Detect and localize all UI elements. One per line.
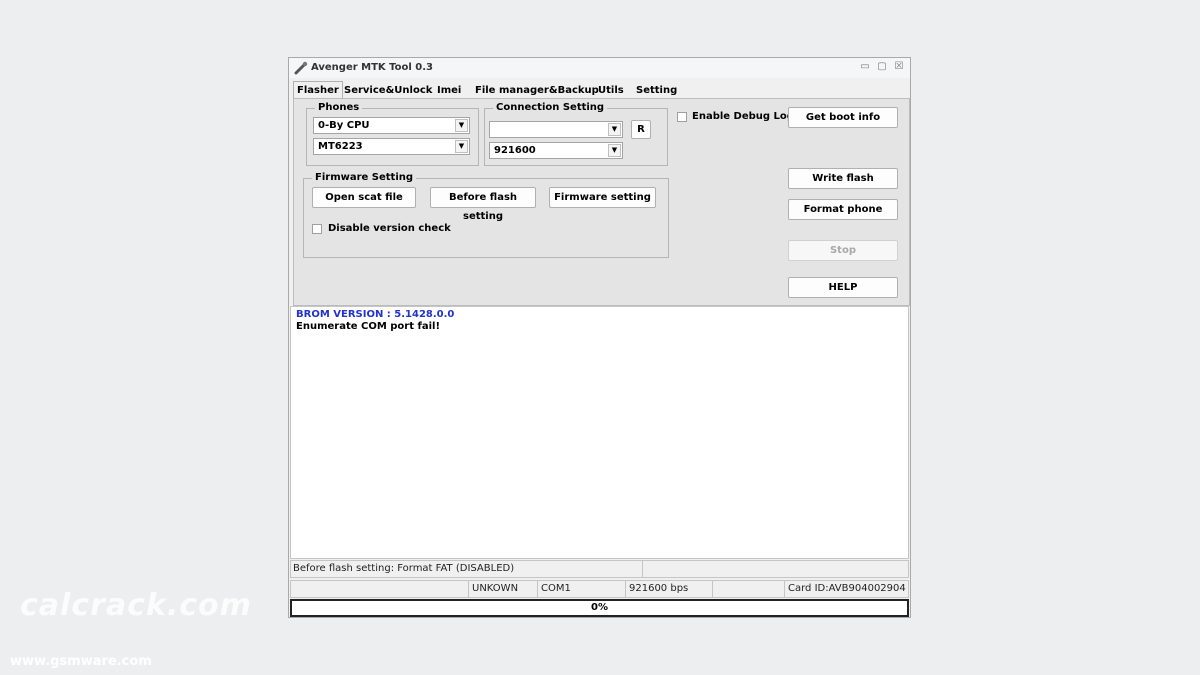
tab-flasher[interactable]: Flasher	[293, 81, 343, 99]
tab-setting[interactable]: Setting	[633, 83, 680, 98]
minimize-button[interactable]: ▭	[859, 61, 871, 72]
status-card-id: Card ID:AVB904002904	[784, 581, 908, 597]
model-select-value: MT6223	[318, 141, 363, 152]
status-message: Before flash setting: Format FAT (DISABL…	[293, 563, 515, 574]
status-com-port: COM1	[537, 581, 621, 597]
connection-group: Connection Setting ▼ R 921600 ▼	[484, 102, 668, 166]
model-select[interactable]: MT6223 ▼	[313, 138, 470, 155]
write-flash-button[interactable]: Write flash	[788, 168, 898, 189]
status-divider	[642, 561, 643, 577]
chevron-down-icon[interactable]: ▼	[608, 123, 621, 136]
wrench-icon	[294, 61, 308, 75]
status-empty-cell	[712, 581, 784, 597]
firmware-setting-button[interactable]: Firmware setting	[549, 187, 656, 208]
window-title: Avenger MTK Tool 0.3	[311, 62, 434, 73]
cpu-select-value: 0-By CPU	[318, 120, 370, 131]
maximize-button[interactable]: ▢	[876, 61, 888, 72]
stop-button[interactable]: Stop	[788, 240, 898, 261]
cpu-select[interactable]: 0-By CPU ▼	[313, 117, 470, 134]
before-flash-setting-button[interactable]: Before flash setting	[430, 187, 536, 222]
connection-legend: Connection Setting	[493, 102, 608, 113]
status-device-state: UNKOWN	[468, 581, 536, 597]
disable-version-check-label: Disable version check	[328, 223, 451, 234]
disable-version-check-checkbox[interactable]	[312, 224, 322, 234]
status-baud-rate: 921600 bps	[625, 581, 711, 597]
phones-legend: Phones	[315, 102, 363, 113]
format-phone-button[interactable]: Format phone	[788, 199, 898, 220]
progress-bar: 0%	[290, 599, 909, 617]
log-line-com-fail: Enumerate COM port fail!	[296, 321, 441, 332]
tab-utils[interactable]: Utils	[595, 83, 627, 98]
log-line-brom-version: BROM VERSION : 5.1428.0.0	[296, 309, 455, 320]
refresh-ports-button[interactable]: R	[631, 120, 651, 139]
tab-file-manager-backup[interactable]: File manager&Backup	[472, 83, 602, 98]
progress-label: 0%	[591, 602, 608, 613]
watermark-calcrack: calcrack.com	[20, 588, 252, 623]
open-scat-file-button[interactable]: Open scat file	[312, 187, 416, 208]
com-port-select[interactable]: ▼	[489, 121, 623, 138]
status-bar: UNKOWN COM1 921600 bps Card ID:AVB904002…	[290, 580, 909, 598]
tab-imei[interactable]: Imei	[434, 83, 464, 98]
phones-group: Phones 0-By CPU ▼ MT6223 ▼	[306, 102, 479, 166]
chevron-down-icon[interactable]: ▼	[455, 140, 468, 153]
chevron-down-icon[interactable]: ▼	[608, 144, 621, 157]
chevron-down-icon[interactable]: ▼	[455, 119, 468, 132]
firmware-legend: Firmware Setting	[312, 172, 417, 183]
watermark-gsmware: www.gsmware.com	[10, 654, 152, 669]
app-window: Avenger MTK Tool 0.3 ▭ ▢ ☒ Flasher Servi…	[288, 57, 911, 618]
get-boot-info-button[interactable]: Get boot info	[788, 107, 898, 128]
baud-rate-value: 921600	[494, 145, 536, 156]
baud-rate-select[interactable]: 921600 ▼	[489, 142, 623, 159]
flasher-panel: Phones 0-By CPU ▼ MT6223 ▼ Connection Se…	[293, 98, 910, 306]
firmware-group: Firmware Setting Open scat file Before f…	[303, 172, 669, 258]
log-output[interactable]: BROM VERSION : 5.1428.0.0 Enumerate COM …	[290, 306, 909, 559]
tab-service-unlock[interactable]: Service&Unlock	[341, 83, 435, 98]
debug-log-checkbox[interactable]	[677, 112, 687, 122]
title-bar[interactable]: Avenger MTK Tool 0.3 ▭ ▢ ☒	[289, 58, 910, 78]
help-button[interactable]: HELP	[788, 277, 898, 298]
status-message-bar: Before flash setting: Format FAT (DISABL…	[290, 560, 909, 578]
debug-log-label: Enable Debug Log	[692, 111, 794, 122]
close-button[interactable]: ☒	[893, 61, 905, 72]
tab-bar: Flasher Service&Unlock Imei File manager…	[289, 80, 910, 99]
